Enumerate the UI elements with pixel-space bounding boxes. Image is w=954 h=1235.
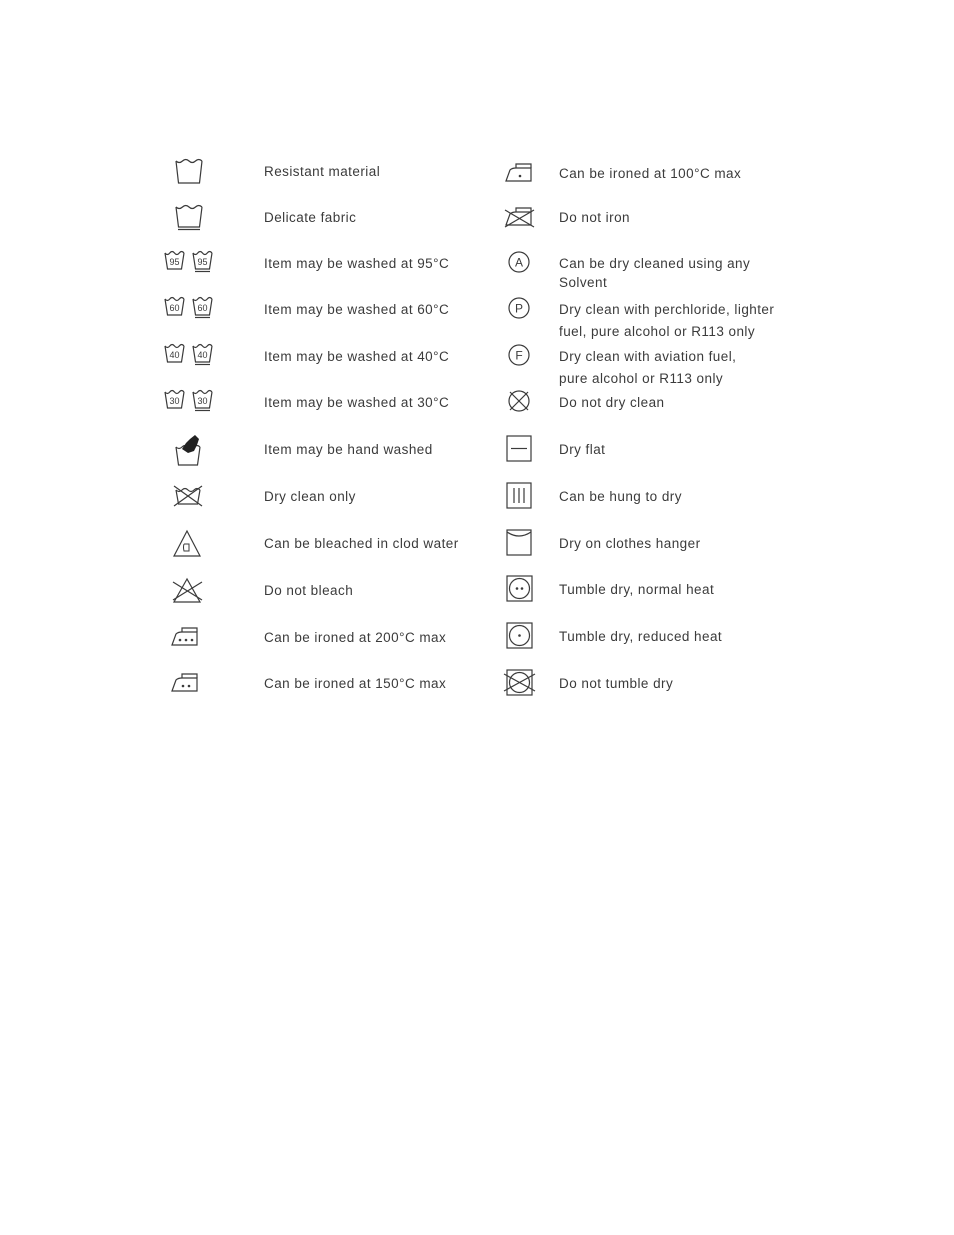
- description-line: Dry clean with perchloride, lighter: [559, 302, 775, 317]
- description-line: Do not tumble dry: [559, 676, 674, 691]
- symbol-description: Can be ironed at 100°C max: [559, 164, 741, 183]
- tumble-dry-normal-icon: [504, 575, 540, 607]
- symbol-description: Item may be washed at 30°C: [264, 393, 449, 412]
- description-line: Resistant material: [264, 164, 381, 179]
- description-line: Tumble dry, reduced heat: [559, 629, 723, 644]
- description-line: Item may be hand washed: [264, 442, 433, 457]
- description-line: Can be dry cleaned using any: [559, 256, 751, 271]
- washtub-60-icon: 60 60: [164, 295, 215, 327]
- symbol-description: Item may be washed at 40°C: [264, 347, 449, 366]
- tumble-dry-low-icon: [504, 622, 540, 654]
- symbol-description: Do not bleach: [264, 581, 353, 600]
- svg-text:40: 40: [169, 350, 179, 360]
- do-not-iron-icon: [504, 203, 540, 235]
- iron-two-dots-icon: [170, 669, 206, 701]
- iron-one-dot-icon: [504, 159, 540, 191]
- drip-dry-hanger-icon: [504, 529, 540, 561]
- svg-text:30: 30: [197, 396, 207, 406]
- washtub-95-icon: 95 95: [164, 249, 215, 281]
- description-line: Do not bleach: [264, 583, 354, 598]
- description-line: Delicate fabric: [264, 210, 357, 225]
- description-line: Dry clean with aviation fuel,: [559, 349, 737, 364]
- description-line: Can be ironed at 200°C max: [264, 630, 447, 645]
- symbol-description: Tumble dry, reduced heat: [559, 627, 722, 646]
- iron-three-dots-icon: [170, 623, 206, 655]
- bleach-triangle-icon: [170, 529, 206, 561]
- description-line: Tumble dry, normal heat: [559, 582, 715, 597]
- symbol-description: Item may be washed at 95°C: [264, 254, 449, 273]
- description-line: Dry on clothes hanger: [559, 536, 701, 551]
- symbol-description: Can be ironed at 150°C max: [264, 674, 446, 693]
- washtub-delicate-icon: [170, 203, 206, 235]
- description-line: Item may be washed at 95°C: [264, 256, 450, 271]
- symbol-description: Dry clean with perchloride, lighter fuel,…: [559, 300, 774, 341]
- symbol-description: Item may be hand washed: [264, 440, 433, 459]
- svg-text:95: 95: [169, 257, 179, 267]
- symbol-description: Item may be washed at 60°C: [264, 300, 449, 319]
- svg-text:30: 30: [169, 396, 179, 406]
- dry-clean-f-icon: F: [504, 342, 540, 374]
- symbol-description: Dry flat: [559, 440, 605, 459]
- washtub-icon: [170, 157, 206, 189]
- svg-text:F: F: [515, 349, 522, 363]
- symbol-description: Resistant material: [264, 162, 380, 181]
- svg-text:60: 60: [169, 303, 179, 313]
- description-line: Solvent: [559, 275, 608, 290]
- washtub-30-icon: 30 30: [164, 388, 215, 420]
- symbol-description: Dry clean only: [264, 487, 356, 506]
- description-line: Dry flat: [559, 442, 606, 457]
- dry-flat-icon: [504, 435, 540, 467]
- symbol-description: Do not dry clean: [559, 393, 665, 412]
- description-line: Can be ironed at 100°C max: [559, 166, 742, 181]
- symbol-description: Can be ironed at 200°C max: [264, 628, 446, 647]
- symbol-description: Can be bleached in clod water: [264, 534, 459, 553]
- symbol-description: Can be dry cleaned using any Solvent: [559, 254, 750, 292]
- description-line: Item may be washed at 40°C: [264, 349, 450, 364]
- svg-text:95: 95: [197, 257, 207, 267]
- symbol-description: Can be hung to dry: [559, 487, 682, 506]
- description-line: Do not iron: [559, 210, 630, 225]
- svg-text:60: 60: [197, 303, 207, 313]
- dry-clean-p-icon: P: [504, 295, 540, 327]
- symbol-description: Dry clean with aviation fuel, pure alcoho…: [559, 347, 736, 388]
- description-line: fuel, pure alcohol or R113 only: [559, 324, 756, 339]
- dry-clean-a-icon: A: [504, 249, 540, 281]
- symbol-description: Do not iron: [559, 208, 630, 227]
- description-line: Can be hung to dry: [559, 489, 682, 504]
- svg-text:A: A: [515, 256, 523, 270]
- do-not-bleach-icon: [170, 576, 206, 608]
- svg-text:40: 40: [197, 350, 207, 360]
- symbol-description: Tumble dry, normal heat: [559, 580, 714, 599]
- svg-text:P: P: [515, 302, 523, 316]
- description-line: Can be ironed at 150°C max: [264, 676, 447, 691]
- description-line: Item may be washed at 60°C: [264, 302, 450, 317]
- description-line: Dry clean only: [264, 489, 356, 504]
- do-not-tumble-dry-icon: [503, 669, 540, 701]
- description-line: Item may be washed at 30°C: [264, 395, 450, 410]
- description-line: pure alcohol or R113 only: [559, 371, 724, 386]
- line-dry-icon: [504, 482, 540, 514]
- care-label-page: Resistant material Delicate fabric 95 95 Ite…: [0, 0, 954, 1235]
- symbol-description: Dry on clothes hanger: [559, 534, 701, 553]
- symbol-description: Delicate fabric: [264, 208, 356, 227]
- do-not-wash-icon: [170, 482, 206, 514]
- symbol-description: Do not tumble dry: [559, 674, 673, 693]
- do-not-dry-clean-icon: [504, 388, 540, 420]
- hand-wash-icon: [170, 435, 206, 467]
- description-line: Can be bleached in clod water: [264, 536, 459, 551]
- washtub-40-icon: 40 40: [164, 342, 215, 374]
- description-line: Do not dry clean: [559, 395, 665, 410]
